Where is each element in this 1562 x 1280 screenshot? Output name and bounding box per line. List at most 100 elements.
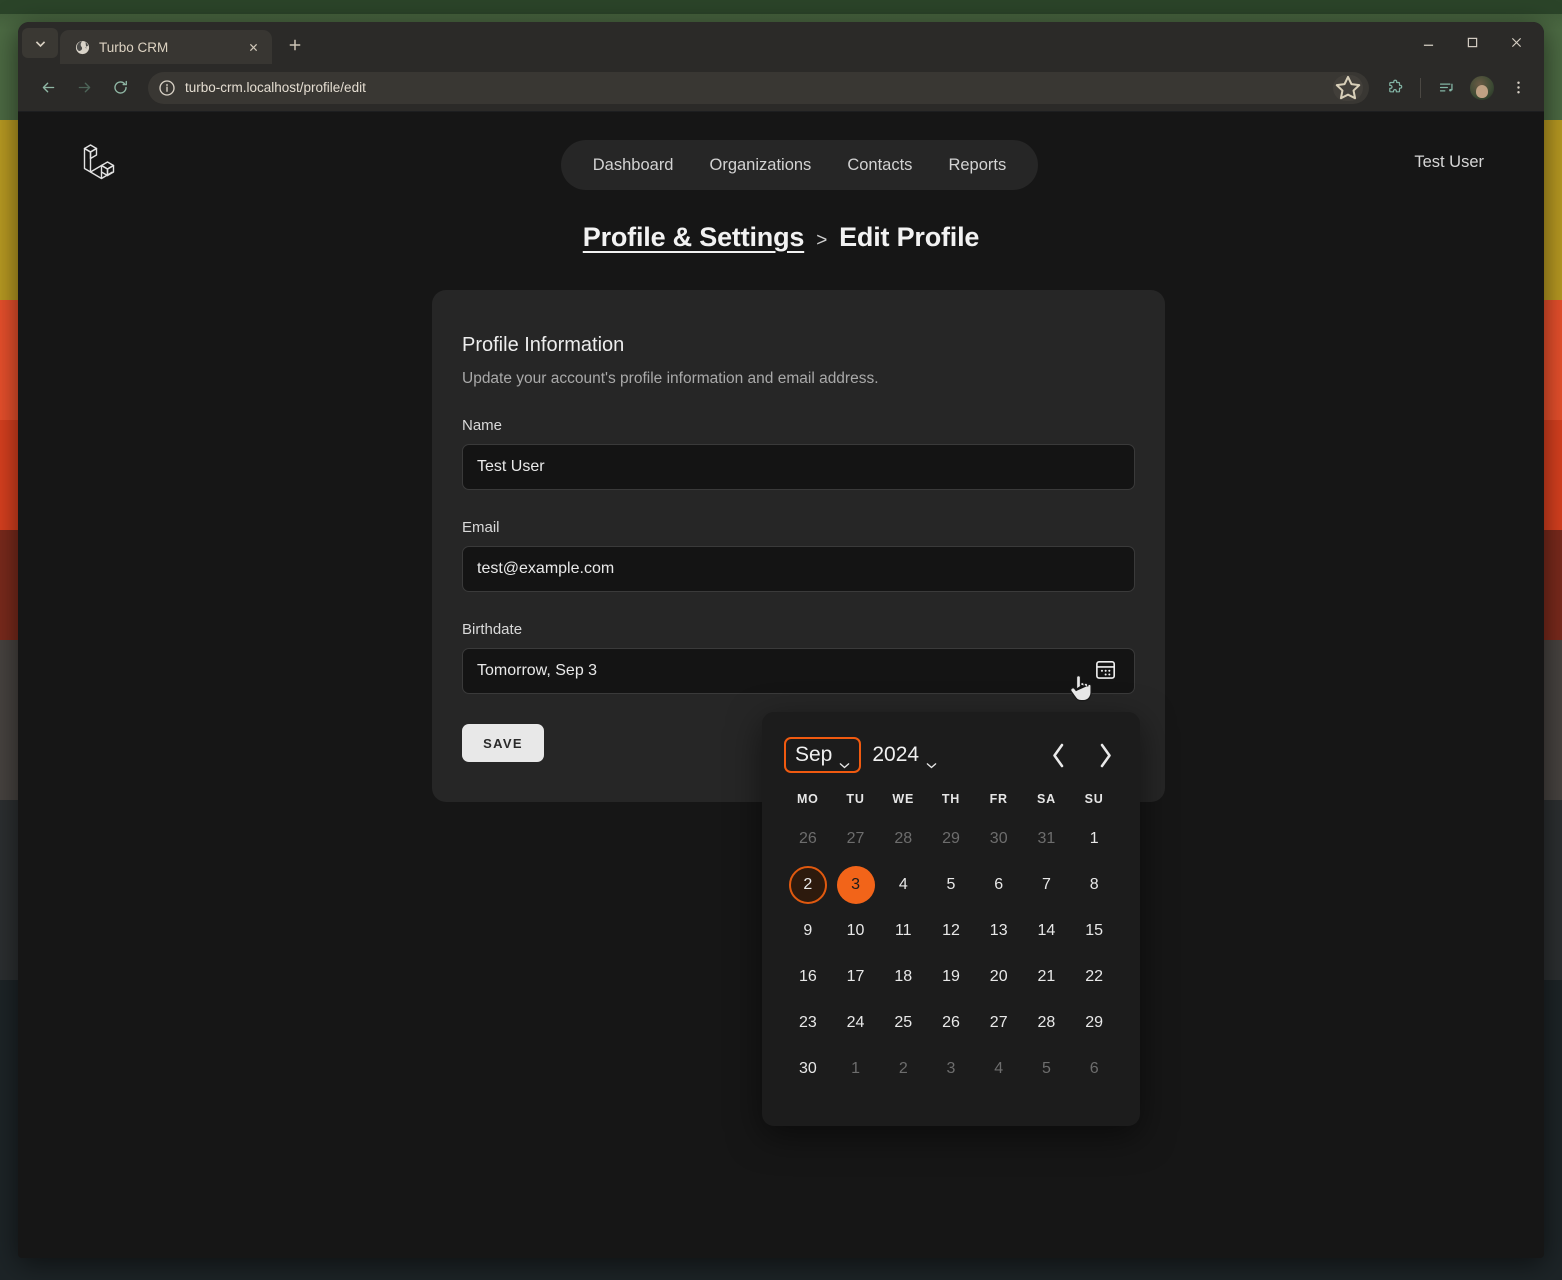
datepicker-day[interactable]: 8 [1070,862,1118,908]
datepicker-day-label: 22 [1085,968,1104,985]
datepicker-day[interactable]: 29 [1070,1000,1118,1046]
datepicker-day-label: 26 [942,1014,960,1031]
breadcrumb-parent-link[interactable]: Profile & Settings [583,222,805,253]
nav-link-organizations[interactable]: Organizations [692,156,830,175]
datepicker-day[interactable]: 3 [832,862,880,908]
tab-close-icon[interactable] [244,38,262,56]
user-avatar[interactable] [1470,75,1494,100]
datepicker-day[interactable]: 18 [879,954,927,1000]
datepicker-day[interactable]: 21 [1023,954,1071,1000]
toolbar-divider [1420,77,1421,98]
name-input[interactable]: Test User [462,444,1135,490]
datepicker-day[interactable]: 26 [927,1000,975,1046]
datepicker-day-label: 1 [851,1060,861,1077]
calendar-icon[interactable] [1090,657,1120,685]
datepicker-day[interactable]: 1 [1070,816,1118,862]
datepicker-month-select[interactable]: Sep [784,737,862,773]
datepicker-day[interactable]: 23 [784,1000,832,1046]
datepicker-day[interactable]: 27 [832,816,880,862]
datepicker-day[interactable]: 5 [1023,1046,1071,1092]
datepicker-day[interactable]: 9 [784,908,832,954]
star-icon[interactable] [1333,74,1363,101]
datepicker-day[interactable]: 1 [832,1046,880,1092]
datepicker-day[interactable]: 29 [927,816,975,862]
tab-search-chevron-down-icon[interactable] [22,28,58,58]
datepicker-day[interactable]: 2 [784,862,832,908]
browser-toolbar: turbo-crm.localhost/profile/edit [18,64,1544,112]
datepicker-year-select[interactable]: 2024 [861,737,948,773]
datepicker-day-label: 24 [846,1014,865,1031]
datepicker-day[interactable]: 30 [975,816,1023,862]
datepicker-day[interactable]: 13 [975,908,1023,954]
datepicker-weekday-header: MO TU WE TH FR SA SU [784,792,1118,806]
datepicker-day[interactable]: 25 [879,1000,927,1046]
chevron-right-icon[interactable] [1096,743,1114,767]
datepicker-day[interactable]: 27 [975,1000,1023,1046]
datepicker-day[interactable]: 16 [784,954,832,1000]
window-maximize-button[interactable] [1450,26,1494,58]
chevron-left-icon[interactable] [1050,743,1068,767]
datepicker-day-label: 19 [942,968,960,985]
chevron-down-icon [839,752,850,769]
nav-link-contacts[interactable]: Contacts [829,156,930,175]
nav-user-menu[interactable]: Test User [1414,153,1484,172]
datepicker-day-grid: 26 27 28 29 30 31 1 2 3 4 5 6 7 8 9 10 11 12 13 14 15 16 17 18 1… [784,816,1118,1092]
email-input-value: test@example.com [477,560,615,577]
avatar[interactable] [1466,72,1498,104]
window-minimize-button[interactable] [1406,26,1450,58]
three-dot-menu-icon[interactable] [1502,72,1534,104]
puzzle-piece-icon[interactable] [1379,72,1411,104]
datepicker-day-label: 18 [894,968,913,985]
datepicker-day[interactable]: 17 [832,954,880,1000]
datepicker-day[interactable]: 30 [784,1046,832,1092]
datepicker-day[interactable]: 7 [1023,862,1071,908]
datepicker-day-label: 28 [894,830,913,847]
datepicker-day-label: 17 [846,968,865,985]
datepicker-day-label: 12 [942,922,960,939]
reload-icon[interactable] [104,72,136,104]
datepicker-day-label: 10 [846,922,865,939]
address-bar[interactable]: turbo-crm.localhost/profile/edit [148,71,1369,104]
card-title: Profile Information [462,334,625,356]
datepicker-day[interactable]: 15 [1070,908,1118,954]
datepicker-day[interactable]: 11 [879,908,927,954]
datepicker-day[interactable]: 12 [927,908,975,954]
email-input[interactable]: test@example.com [462,546,1135,592]
new-tab-button[interactable] [280,30,310,60]
window-close-button[interactable] [1494,26,1538,58]
datepicker-day[interactable]: 4 [975,1046,1023,1092]
email-label: Email [462,519,500,536]
datepicker-day[interactable]: 2 [879,1046,927,1092]
save-button[interactable]: SAVE [462,724,544,762]
breadcrumb: Profile & Settings > Edit Profile [18,222,1544,253]
media-playlist-icon[interactable] [1430,72,1462,104]
breadcrumb-separator: > [816,230,828,251]
forward-arrow-icon[interactable] [68,72,100,104]
datepicker-day[interactable]: 28 [879,816,927,862]
datepicker-day[interactable]: 26 [784,816,832,862]
datepicker-day[interactable]: 31 [1023,816,1071,862]
nav-link-reports[interactable]: Reports [930,156,1024,175]
nav-link-dashboard[interactable]: Dashboard [575,156,692,175]
back-arrow-icon[interactable] [32,72,64,104]
info-circle-icon[interactable] [158,79,176,97]
datepicker-day[interactable]: 5 [927,862,975,908]
datepicker-day-label: 29 [1085,1014,1104,1031]
datepicker-day[interactable]: 22 [1070,954,1118,1000]
datepicker-day[interactable]: 20 [975,954,1023,1000]
datepicker-day[interactable]: 6 [975,862,1023,908]
datepicker-day-label: 5 [946,876,956,893]
datepicker-day[interactable]: 19 [927,954,975,1000]
datepicker-day[interactable]: 6 [1070,1046,1118,1092]
datepicker-day[interactable]: 28 [1023,1000,1071,1046]
browser-tab[interactable]: Turbo CRM [60,30,272,64]
datepicker-day[interactable]: 14 [1023,908,1071,954]
globe-icon [74,39,90,55]
datepicker-day-label: 15 [1085,922,1104,939]
datepicker-day[interactable]: 10 [832,908,880,954]
birthdate-input[interactable]: Tomorrow, Sep 3 [462,648,1135,694]
datepicker-day[interactable]: 24 [832,1000,880,1046]
datepicker-day[interactable]: 3 [927,1046,975,1092]
datepicker-day[interactable]: 4 [879,862,927,908]
laravel-logo[interactable] [80,140,122,191]
